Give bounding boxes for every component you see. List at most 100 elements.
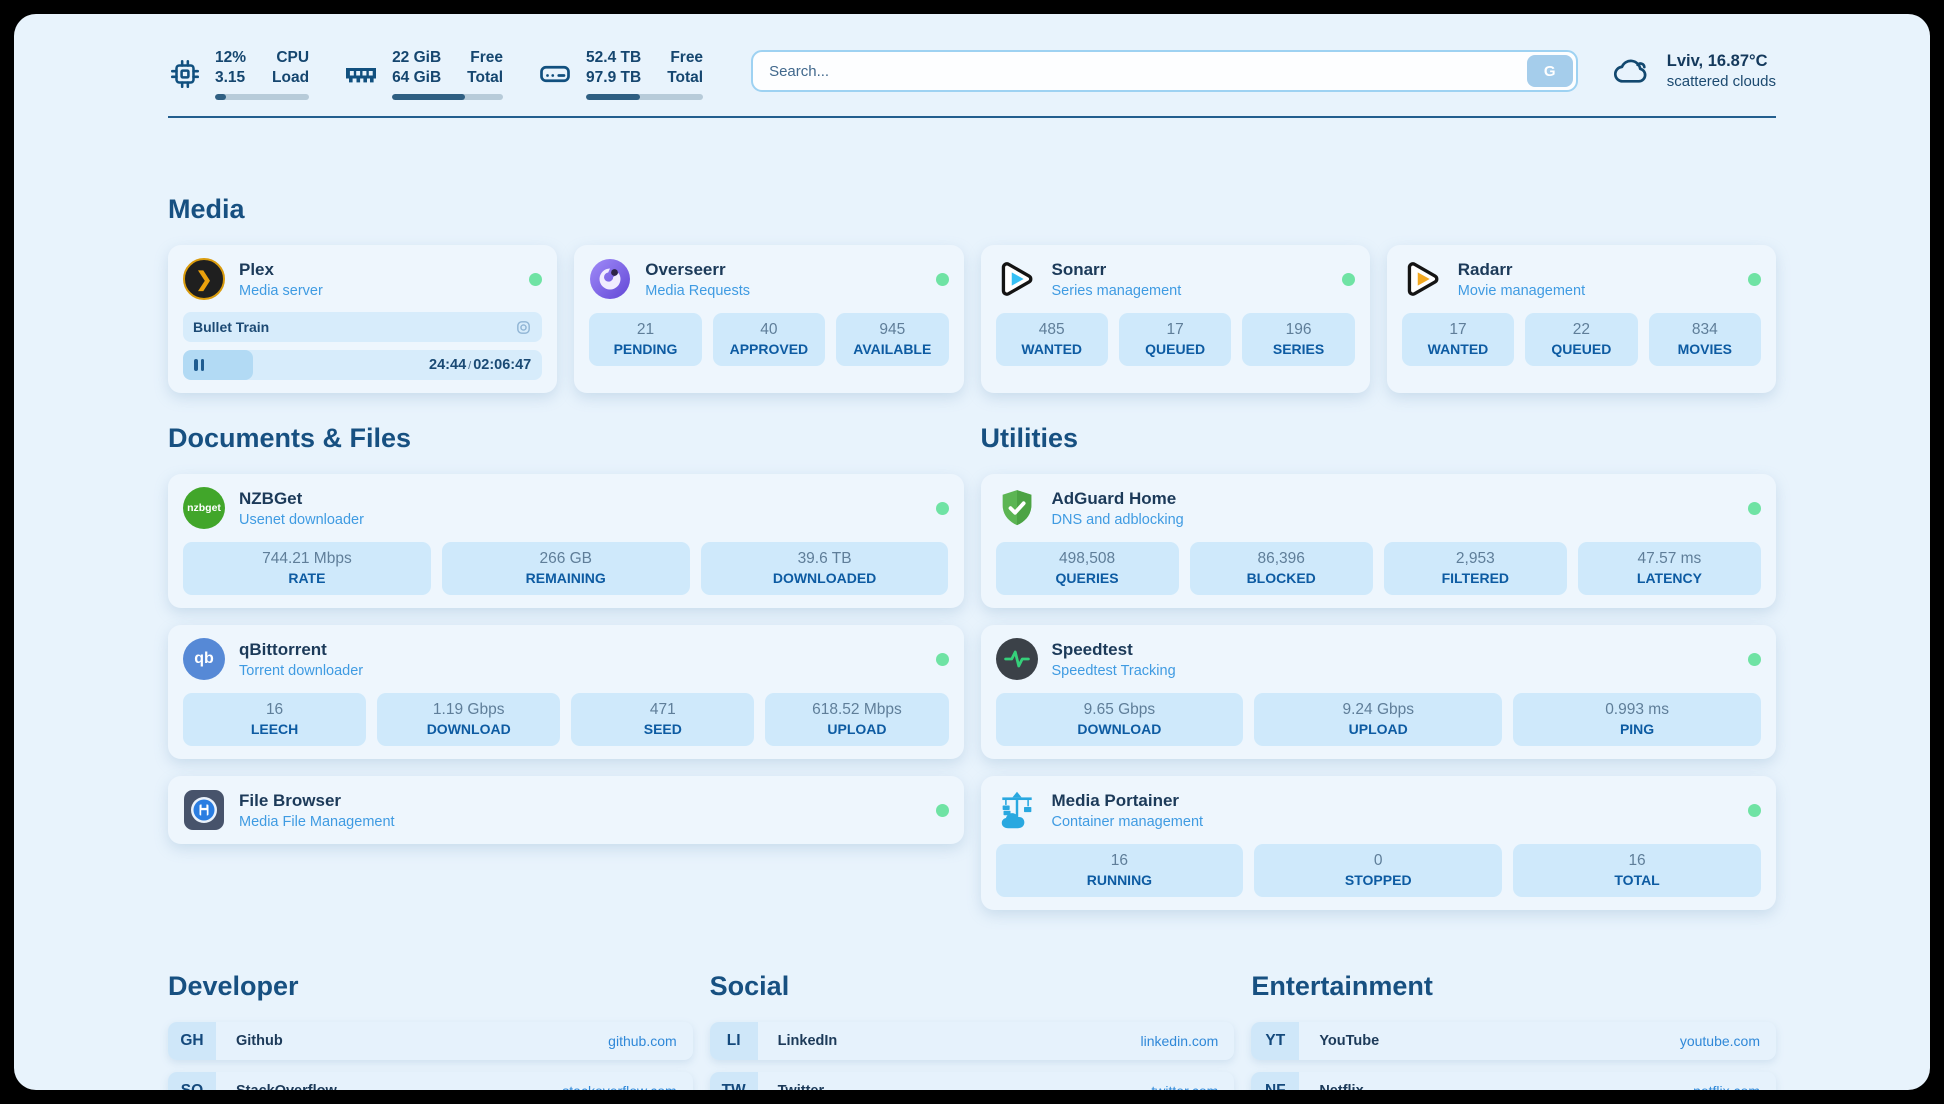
- service-card-qbittorrent[interactable]: qb qBittorrent Torrent downloader 16LEEC…: [168, 625, 964, 759]
- overseerr-icon: [589, 258, 631, 300]
- bookmark-github[interactable]: GH Github github.com: [168, 1022, 693, 1060]
- service-card-filebrowser[interactable]: File Browser Media File Management: [168, 776, 964, 844]
- bookmark-name: Netflix: [1299, 1072, 1363, 1090]
- bookmark-abbr: YT: [1251, 1022, 1299, 1060]
- bookmark-url: netflix.com: [1693, 1072, 1776, 1090]
- service-description: DNS and adblocking: [1052, 512, 1184, 528]
- stat-latency: 47.57 msLATENCY: [1578, 542, 1761, 595]
- service-name: NZBGet: [239, 489, 364, 509]
- utilities-column: Utilities AdGuard Home DNS and adblockin…: [981, 423, 1777, 927]
- stat-series: 196SERIES: [1242, 313, 1354, 366]
- cpu-progress-bar: [215, 94, 309, 100]
- bookmark-twitter[interactable]: TW Twitter twitter.com: [710, 1072, 1235, 1090]
- radarr-icon: [1402, 258, 1444, 300]
- service-card-radarr[interactable]: Radarr Movie management 17WANTED 22QUEUE…: [1387, 245, 1776, 393]
- ram-icon: [343, 56, 379, 92]
- bookmark-youtube[interactable]: YT YouTube youtube.com: [1251, 1022, 1776, 1060]
- disk-metric: 52.4 TB97.9 TB FreeTotal: [537, 48, 703, 100]
- bookmark-name: StackOverflow: [216, 1072, 337, 1090]
- stat-downloaded: 39.6 TBDOWNLOADED: [701, 542, 949, 595]
- bookmark-linkedin[interactable]: LI LinkedIn linkedin.com: [710, 1022, 1235, 1060]
- disk-values: 52.4 TB97.9 TB: [586, 48, 641, 88]
- bookmark-url: twitter.com: [1151, 1072, 1234, 1090]
- service-description: Media File Management: [239, 814, 395, 830]
- bookmark-abbr: GH: [168, 1022, 216, 1060]
- portainer-crane-icon: [996, 789, 1038, 831]
- service-card-adguard[interactable]: AdGuard Home DNS and adblocking 498,508Q…: [981, 474, 1777, 608]
- bookmark-netflix[interactable]: NF Netflix netflix.com: [1251, 1072, 1776, 1090]
- service-name: Speedtest: [1052, 640, 1176, 660]
- service-card-portainer[interactable]: Media Portainer Container management 16R…: [981, 776, 1777, 910]
- weather-widget: Lviv, 16.87°C scattered clouds: [1608, 52, 1776, 90]
- window-frame: 12%3.15 CPULoad: [0, 0, 1944, 1104]
- disk-labels: FreeTotal: [667, 48, 703, 88]
- bookmark-url: github.com: [608, 1022, 692, 1060]
- stat-blocked: 86,396BLOCKED: [1190, 542, 1373, 595]
- service-card-speedtest[interactable]: Speedtest Speedtest Tracking 9.65 GbpsDO…: [981, 625, 1777, 759]
- pause-icon[interactable]: [194, 359, 204, 371]
- weather-condition: scattered clouds: [1667, 73, 1776, 90]
- cloud-icon: [1608, 52, 1654, 90]
- service-card-nzbget[interactable]: nzbget NZBGet Usenet downloader 744.21 M…: [168, 474, 964, 608]
- stat-wanted: 485WANTED: [996, 313, 1108, 366]
- status-online-dot: [1748, 502, 1761, 515]
- stat-rate: 744.21 MbpsRATE: [183, 542, 431, 595]
- section-title-social: Social: [710, 971, 1235, 1002]
- stat-running: 16RUNNING: [996, 844, 1244, 897]
- service-name: Radarr: [1458, 260, 1585, 280]
- service-name: Overseerr: [645, 260, 750, 280]
- service-description: Movie management: [1458, 283, 1585, 299]
- cpu-labels: CPULoad: [272, 48, 309, 88]
- bookmark-name: Github: [216, 1022, 283, 1060]
- bookmark-name: YouTube: [1299, 1022, 1379, 1060]
- search-bar: G: [751, 50, 1578, 92]
- stat-wanted: 17WANTED: [1402, 313, 1514, 366]
- status-online-dot: [1342, 273, 1355, 286]
- service-description: Media server: [239, 283, 323, 299]
- stat-stopped: 0STOPPED: [1254, 844, 1502, 897]
- disk-progress-bar: [586, 94, 703, 100]
- session-settings-icon[interactable]: [515, 319, 532, 336]
- bookmark-columns: Developer GH Github github.com SO StackO…: [168, 971, 1776, 1090]
- bookmark-abbr: SO: [168, 1072, 216, 1090]
- entertainment-column: Entertainment YT YouTube youtube.com NF …: [1251, 971, 1776, 1090]
- now-playing-row: Bullet Train: [183, 312, 542, 342]
- service-description: Container management: [1052, 814, 1204, 830]
- service-name: Media Portainer: [1052, 791, 1204, 811]
- developer-column: Developer GH Github github.com SO StackO…: [168, 971, 693, 1090]
- cpu-values: 12%3.15: [215, 48, 246, 88]
- service-card-sonarr[interactable]: Sonarr Series management 485WANTED 17QUE…: [981, 245, 1370, 393]
- service-description: Series management: [1052, 283, 1182, 299]
- section-title-entertainment: Entertainment: [1251, 971, 1776, 1002]
- service-card-plex[interactable]: ❯ Plex Media server Bullet Train: [168, 245, 557, 393]
- section-title-utilities: Utilities: [981, 423, 1777, 454]
- ram-progress-bar: [392, 94, 503, 100]
- cpu-chip-icon: [168, 57, 202, 91]
- stat-seed: 471SEED: [571, 693, 754, 746]
- service-description: Torrent downloader: [239, 663, 363, 679]
- bookmark-name: LinkedIn: [758, 1022, 838, 1060]
- service-name: qBittorrent: [239, 640, 363, 660]
- bookmark-stackoverflow[interactable]: SO StackOverflow stackoverflow.com: [168, 1072, 693, 1090]
- service-card-overseerr[interactable]: Overseerr Media Requests 21PENDING 40APP…: [574, 245, 963, 393]
- documents-column: Documents & Files nzbget NZBGet Usenet d…: [168, 423, 964, 861]
- status-online-dot: [1748, 804, 1761, 817]
- status-online-dot: [936, 804, 949, 817]
- stat-total: 16TOTAL: [1513, 844, 1761, 897]
- stat-approved: 40APPROVED: [713, 313, 825, 366]
- nzbget-icon: nzbget: [183, 487, 225, 529]
- adguard-shield-icon: [996, 487, 1038, 529]
- bookmark-abbr: NF: [1251, 1072, 1299, 1090]
- ram-values: 22 GiB64 GiB: [392, 48, 441, 88]
- section-title-media: Media: [168, 194, 1776, 225]
- now-playing-title: Bullet Train: [193, 319, 269, 335]
- dashboard-page: 12%3.15 CPULoad: [14, 14, 1930, 1090]
- sonarr-icon: [996, 258, 1038, 300]
- service-description: Usenet downloader: [239, 512, 364, 528]
- stat-available: 945AVAILABLE: [836, 313, 948, 366]
- search-engine-button[interactable]: G: [1527, 55, 1573, 87]
- cpu-metric: 12%3.15 CPULoad: [168, 48, 309, 100]
- search-input[interactable]: [751, 50, 1578, 92]
- stat-upload: 618.52 MbpsUPLOAD: [765, 693, 948, 746]
- bookmark-abbr: LI: [710, 1022, 758, 1060]
